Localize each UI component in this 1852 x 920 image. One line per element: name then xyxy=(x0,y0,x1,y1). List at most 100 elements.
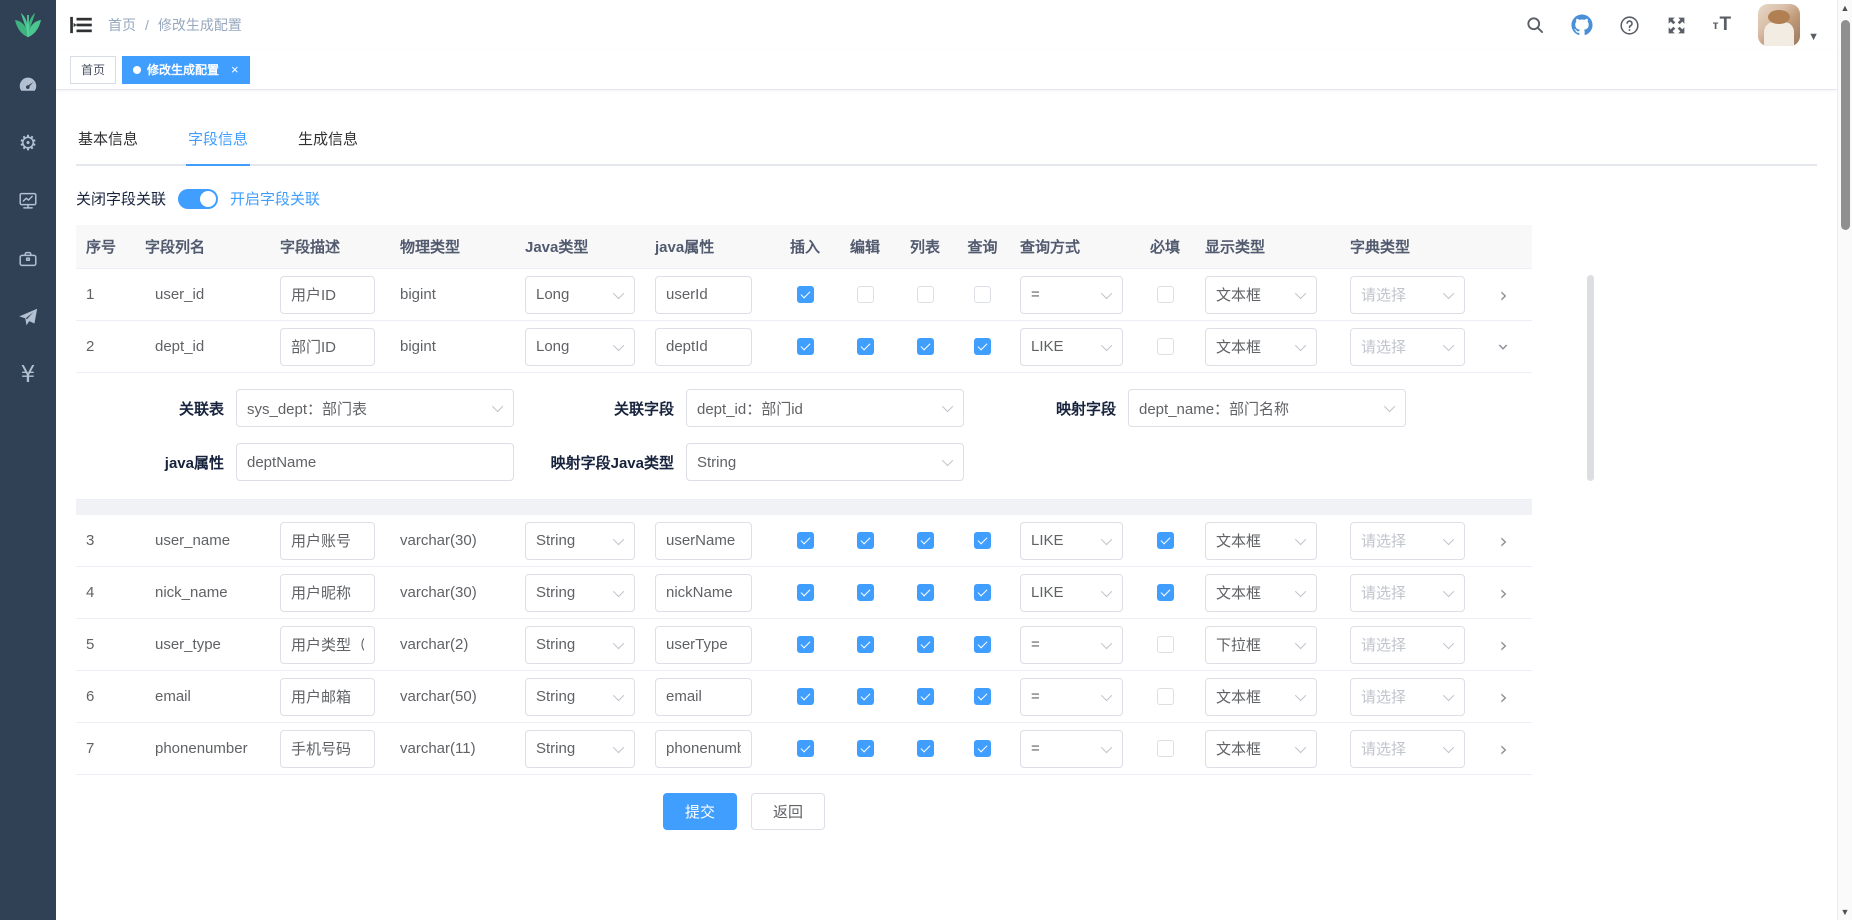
expand-row-icon[interactable]: › xyxy=(1500,635,1508,655)
edit-checkbox[interactable] xyxy=(857,532,874,549)
query-checkbox[interactable] xyxy=(974,286,991,303)
edit-checkbox[interactable] xyxy=(857,740,874,757)
java-field-input[interactable] xyxy=(655,574,752,612)
dict-type-select[interactable]: 请选择 xyxy=(1350,522,1465,560)
java-field-input[interactable] xyxy=(655,730,752,768)
query-type-select[interactable]: LIKE xyxy=(1020,328,1123,366)
field-relation-switch[interactable] xyxy=(178,189,218,209)
java-type-select[interactable]: String xyxy=(525,730,635,768)
java-field-input[interactable] xyxy=(655,522,752,560)
description-input[interactable] xyxy=(280,678,375,716)
tag-home[interactable]: 首页 xyxy=(70,56,116,84)
java-attr-input[interactable] xyxy=(236,443,514,481)
back-button[interactable]: 返回 xyxy=(751,793,825,830)
insert-checkbox[interactable] xyxy=(797,636,814,653)
mapping-field-select[interactable]: dept_name：部门名称 xyxy=(1128,389,1406,427)
description-input[interactable] xyxy=(280,276,375,314)
dict-type-select[interactable]: 请选择 xyxy=(1350,276,1465,314)
expand-row-icon[interactable]: › xyxy=(1500,285,1508,305)
breadcrumb-home[interactable]: 首页 xyxy=(108,15,136,35)
query-checkbox[interactable] xyxy=(974,636,991,653)
scrollbar-thumb[interactable] xyxy=(1841,20,1850,230)
sidebar-item-tool[interactable] xyxy=(0,230,56,288)
html-type-select[interactable]: 文本框 xyxy=(1205,276,1317,314)
edit-checkbox[interactable] xyxy=(857,636,874,653)
sidebar-item-dashboard[interactable] xyxy=(0,56,56,114)
expand-row-icon[interactable]: › xyxy=(1500,687,1508,707)
java-field-input[interactable] xyxy=(655,276,752,314)
sidebar-item-guide[interactable] xyxy=(0,288,56,346)
insert-checkbox[interactable] xyxy=(797,584,814,601)
description-input[interactable] xyxy=(280,574,375,612)
java-field-input[interactable] xyxy=(655,678,752,716)
html-type-select[interactable]: 文本框 xyxy=(1205,678,1317,716)
table-scrollbar-thumb[interactable] xyxy=(1587,275,1594,481)
query-type-select[interactable]: = xyxy=(1020,276,1123,314)
html-type-select[interactable]: 文本框 xyxy=(1205,522,1317,560)
fullscreen-icon[interactable] xyxy=(1666,15,1687,36)
scroll-up-arrow[interactable]: ▲ xyxy=(1841,0,1850,16)
window-scrollbar[interactable]: ▲ ▼ xyxy=(1837,0,1852,920)
github-icon[interactable] xyxy=(1571,14,1593,36)
description-input[interactable] xyxy=(280,328,375,366)
java-field-input[interactable] xyxy=(655,626,752,664)
query-checkbox[interactable] xyxy=(974,584,991,601)
query-type-select[interactable]: LIKE xyxy=(1020,574,1123,612)
list-checkbox[interactable] xyxy=(917,338,934,355)
query-type-select[interactable]: = xyxy=(1020,626,1123,664)
list-checkbox[interactable] xyxy=(917,532,934,549)
required-checkbox[interactable] xyxy=(1157,688,1174,705)
java-type-select[interactable]: Long xyxy=(525,328,635,366)
expand-row-icon[interactable]: › xyxy=(1500,583,1508,603)
dict-type-select[interactable]: 请选择 xyxy=(1350,626,1465,664)
query-type-select[interactable]: LIKE xyxy=(1020,522,1123,560)
query-checkbox[interactable] xyxy=(974,532,991,549)
html-type-select[interactable]: 文本框 xyxy=(1205,574,1317,612)
java-type-select[interactable]: String xyxy=(525,626,635,664)
java-field-input[interactable] xyxy=(655,328,752,366)
sidebar-item-monitor[interactable] xyxy=(0,172,56,230)
insert-checkbox[interactable] xyxy=(797,532,814,549)
tab-gen-info[interactable]: 生成信息 xyxy=(296,118,360,164)
required-checkbox[interactable] xyxy=(1157,636,1174,653)
required-checkbox[interactable] xyxy=(1157,532,1174,549)
list-checkbox[interactable] xyxy=(917,584,934,601)
sidebar-item-system[interactable]: ⚙ xyxy=(0,114,56,172)
search-icon[interactable] xyxy=(1525,15,1545,35)
required-checkbox[interactable] xyxy=(1157,338,1174,355)
user-menu[interactable]: ▼ xyxy=(1758,4,1819,46)
help-icon[interactable] xyxy=(1619,15,1640,36)
required-checkbox[interactable] xyxy=(1157,740,1174,757)
list-checkbox[interactable] xyxy=(917,688,934,705)
dict-type-select[interactable]: 请选择 xyxy=(1350,678,1465,716)
insert-checkbox[interactable] xyxy=(797,286,814,303)
java-type-select[interactable]: String xyxy=(525,678,635,716)
insert-checkbox[interactable] xyxy=(797,688,814,705)
html-type-select[interactable]: 文本框 xyxy=(1205,328,1317,366)
collapse-row-icon[interactable]: › xyxy=(1494,343,1514,351)
expand-row-icon[interactable]: › xyxy=(1500,739,1508,759)
submit-button[interactable]: 提交 xyxy=(663,793,737,830)
tag-current[interactable]: 修改生成配置 × xyxy=(122,56,250,84)
description-input[interactable] xyxy=(280,522,375,560)
font-size-icon[interactable]: тT xyxy=(1713,14,1733,36)
list-checkbox[interactable] xyxy=(917,286,934,303)
tab-basic-info[interactable]: 基本信息 xyxy=(76,118,140,164)
app-logo[interactable] xyxy=(0,0,56,50)
sidebar-collapse-icon[interactable] xyxy=(70,16,92,34)
edit-checkbox[interactable] xyxy=(857,688,874,705)
scroll-down-arrow[interactable]: ▼ xyxy=(1841,904,1850,920)
relation-table-select[interactable]: sys_dept：部门表 xyxy=(236,389,514,427)
query-checkbox[interactable] xyxy=(974,688,991,705)
required-checkbox[interactable] xyxy=(1157,286,1174,303)
expand-row-icon[interactable]: › xyxy=(1500,531,1508,551)
edit-checkbox[interactable] xyxy=(857,584,874,601)
mapping-java-type-select[interactable]: String xyxy=(686,443,964,481)
java-type-select[interactable]: Long xyxy=(525,276,635,314)
dict-type-select[interactable]: 请选择 xyxy=(1350,574,1465,612)
dict-type-select[interactable]: 请选择 xyxy=(1350,328,1465,366)
edit-checkbox[interactable] xyxy=(857,286,874,303)
query-checkbox[interactable] xyxy=(974,740,991,757)
description-input[interactable] xyxy=(280,730,375,768)
java-type-select[interactable]: String xyxy=(525,522,635,560)
